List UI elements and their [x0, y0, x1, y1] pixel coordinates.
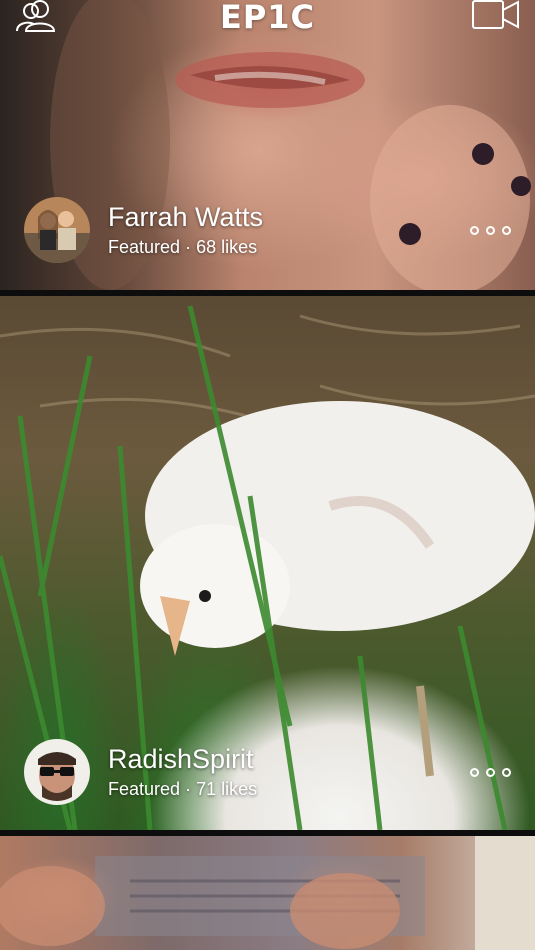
more-options-icon[interactable]	[470, 226, 511, 235]
username[interactable]: Farrah Watts	[108, 201, 263, 233]
separator: ·	[185, 237, 192, 257]
friends-icon[interactable]	[14, 0, 58, 34]
app-logo: EP1C	[219, 0, 316, 36]
feed-card[interactable]: Farrah Watts Featured · 68 likes	[0, 0, 535, 290]
post-meta: Featured · 71 likes	[108, 777, 257, 801]
video-thumbnail	[0, 836, 535, 950]
feed-card[interactable]	[0, 836, 535, 950]
likes-count[interactable]: 71 likes	[196, 779, 257, 799]
user-info: Farrah Watts Featured · 68 likes	[24, 197, 263, 263]
video-camera-icon[interactable]	[471, 0, 521, 32]
dot	[486, 768, 495, 777]
dot	[502, 226, 511, 235]
dot	[502, 768, 511, 777]
dot	[470, 768, 479, 777]
username[interactable]: RadishSpirit	[108, 743, 257, 775]
likes-count[interactable]: 68 likes	[196, 237, 257, 257]
dot	[486, 226, 495, 235]
separator: ·	[185, 779, 192, 799]
top-bar: EP1C	[0, 0, 535, 40]
featured-label: Featured	[108, 779, 181, 799]
dot	[470, 226, 479, 235]
post-meta: Featured · 68 likes	[108, 235, 263, 259]
featured-label: Featured	[108, 237, 181, 257]
user-info: RadishSpirit Featured · 71 likes	[24, 739, 257, 805]
avatar[interactable]	[24, 739, 90, 805]
avatar[interactable]	[24, 197, 90, 263]
feed-card[interactable]: RadishSpirit Featured · 71 likes	[0, 296, 535, 830]
more-options-icon[interactable]	[470, 768, 511, 777]
